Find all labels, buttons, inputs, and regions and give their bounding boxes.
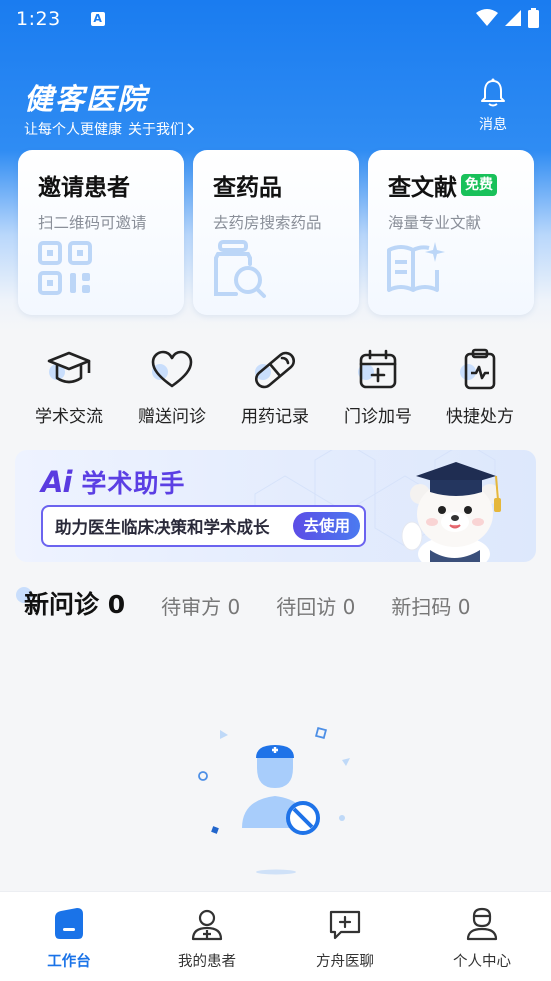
quick-icon-wrap — [354, 346, 402, 394]
quick-actions: 学术交流 赠送问诊 用药记录 门诊加号 快捷处方 — [0, 346, 551, 436]
message-button[interactable]: 消息 — [473, 78, 513, 134]
ai-title-row: Ai 学术助手 — [41, 464, 185, 500]
tab-count: 0 — [342, 594, 356, 619]
free-badge: 免费 — [461, 174, 497, 196]
tab-label: 待审方 — [161, 594, 222, 619]
workbench-icon — [55, 908, 83, 939]
nav-profile[interactable]: 个人中心 — [432, 906, 532, 971]
status-time: 1:23 — [16, 8, 61, 30]
about-label: 关于我们 — [128, 122, 184, 138]
invite-patient-card[interactable]: 邀请患者 扫二维码可邀请 — [18, 150, 184, 315]
nav-label: 工作台 — [47, 954, 91, 970]
quick-icon-wrap — [148, 346, 196, 394]
ai-title: 学术助手 — [81, 469, 186, 498]
tab-pending-followup[interactable]: 待回访 0 — [276, 591, 355, 620]
heart-icon — [151, 350, 193, 388]
quick-label: 门诊加号 — [344, 407, 412, 427]
quick-label: 学术交流 — [35, 407, 103, 427]
nav-label: 方舟医聊 — [316, 954, 374, 970]
quick-icon-wrap — [456, 346, 504, 394]
quick-label: 快捷处方 — [446, 407, 514, 427]
quick-action-gift-consult[interactable]: 赠送问诊 — [122, 346, 222, 427]
card-subtitle: 海量专业文献 — [388, 214, 482, 232]
tab-count: 0 — [227, 594, 241, 619]
pill-icon — [254, 351, 296, 389]
quick-icon-wrap — [45, 346, 93, 394]
ai-assistant-banner[interactable]: Ai 学术助手 助力医生临床决策和学术成长 去使用 — [15, 450, 536, 562]
battery-icon — [528, 8, 539, 28]
search-literature-card[interactable]: 查文献 免费 海量专业文献 — [368, 150, 534, 315]
wifi-icon — [476, 9, 498, 26]
quick-action-clinic-add[interactable]: 门诊加号 — [328, 346, 428, 427]
message-label: 消息 — [479, 117, 507, 133]
ai-description: 助力医生临床决策和学术成长 — [55, 518, 270, 537]
medicine-search-icon — [214, 240, 266, 298]
patients-icon — [191, 909, 223, 941]
status-bar: 1:23 A — [0, 0, 551, 38]
about-link[interactable]: 关于我们 — [128, 119, 196, 139]
tab-label: 新扫码 — [391, 594, 452, 619]
tab-count: 0 — [107, 590, 126, 619]
consultation-tabs: 新问诊 0 待审方 0 待回访 0 新扫码 0 — [15, 585, 506, 621]
status-icons — [476, 8, 539, 28]
tab-new-consultation[interactable]: 新问诊 0 — [15, 585, 126, 621]
tab-label: 新问诊 — [24, 590, 100, 619]
card-title: 查药品 — [213, 175, 282, 201]
notification-icon: A — [90, 12, 105, 26]
slogan: 让每个人更健康 — [24, 122, 122, 138]
nav-label: 个人中心 — [453, 954, 511, 970]
brand-block: 健客医院 让每个人更健康 关于我们 — [24, 76, 196, 139]
quick-icon-wrap — [251, 346, 299, 394]
quick-action-medication-record[interactable]: 用药记录 — [225, 346, 325, 427]
nav-workbench[interactable]: 工作台 — [19, 906, 119, 971]
empty-state-doctor-icon — [198, 726, 350, 875]
quick-action-academic[interactable]: 学术交流 — [19, 346, 119, 427]
chevron-right-icon — [187, 123, 195, 135]
card-title: 邀请患者 — [38, 175, 130, 201]
quick-action-quick-prescription[interactable]: 快捷处方 — [430, 346, 530, 427]
ai-logo: Ai — [41, 465, 72, 499]
tab-count: 0 — [457, 594, 471, 619]
nav-ark-chat[interactable]: 方舟医聊 — [295, 906, 395, 971]
chat-plus-icon — [329, 910, 361, 940]
graduation-cap-icon — [47, 351, 91, 384]
ai-description-pill: 助力医生临床决策和学术成长 去使用 — [41, 505, 366, 547]
bell-icon — [481, 78, 505, 107]
ai-use-button[interactable]: 去使用 — [293, 512, 360, 540]
tab-label: 待回访 — [276, 594, 337, 619]
qr-code-icon — [38, 241, 92, 295]
nav-label: 我的患者 — [178, 954, 236, 970]
tab-new-scan[interactable]: 新扫码 0 — [391, 591, 470, 620]
signal-icon — [505, 10, 521, 26]
card-title: 查文献 — [388, 175, 457, 201]
calendar-plus-icon — [359, 349, 397, 389]
book-icon — [387, 242, 445, 292]
brand-name: 健客医院 — [24, 82, 149, 116]
clipboard-pulse-icon — [464, 348, 496, 390]
quick-label: 赠送问诊 — [138, 407, 206, 427]
search-medicine-card[interactable]: 查药品 去药房搜索药品 — [193, 150, 359, 315]
card-title-row: 查文献 免费 — [388, 168, 514, 202]
brand-subline: 让每个人更健康 关于我们 — [24, 119, 196, 139]
quick-label: 用药记录 — [241, 407, 309, 427]
bottom-nav: 工作台 我的患者 方舟医聊 个人中心 — [0, 891, 551, 981]
tab-pending-review[interactable]: 待审方 0 — [161, 591, 240, 620]
profile-icon — [466, 907, 498, 941]
card-subtitle: 扫二维码可邀请 — [38, 214, 147, 232]
bear-mascot-icon — [401, 462, 501, 562]
card-subtitle: 去药房搜索药品 — [213, 214, 322, 232]
nav-my-patients[interactable]: 我的患者 — [157, 906, 257, 971]
